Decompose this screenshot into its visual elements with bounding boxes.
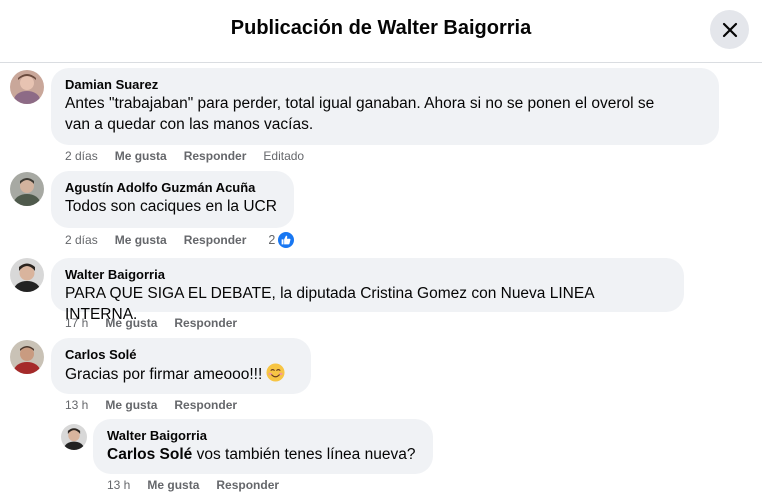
comment-actions: 13 h Me gusta Responder [65, 398, 254, 412]
edited-label[interactable]: Editado [263, 149, 304, 163]
like-button[interactable]: Me gusta [105, 398, 157, 412]
comment-text: Antes "trabajaban" para perder, total ig… [65, 95, 655, 112]
smiling-face-icon [266, 363, 285, 382]
like-button[interactable]: Me gusta [105, 316, 157, 330]
close-icon [722, 22, 737, 37]
header-divider [0, 62, 762, 63]
comment-actions: 17 h Me gusta Responder [65, 316, 254, 330]
comment-bubble: Damian Suarez Antes "trabajaban" para pe… [51, 68, 719, 145]
comment-text: Carlos Solé vos también tenes línea nuev… [107, 444, 419, 465]
avatar[interactable] [61, 424, 87, 450]
avatar[interactable] [10, 340, 44, 374]
timestamp[interactable]: 17 h [65, 316, 88, 330]
timestamp[interactable]: 2 días [65, 233, 98, 247]
comment-bubble: Walter Baigorria PARA QUE SIGA EL DEBATE… [51, 258, 684, 323]
timestamp[interactable]: 13 h [107, 478, 130, 492]
avatar[interactable] [10, 258, 44, 292]
reply-button[interactable]: Responder [184, 149, 247, 163]
avatar[interactable] [10, 172, 44, 206]
comment-actions: 13 h Me gusta Responder [107, 478, 296, 492]
comment-text-content: Gracias por firmar ameooo!!! [65, 366, 263, 383]
reaction-count: 2 [268, 233, 276, 247]
dialog-header: Publicación de Walter Baigorria [0, 0, 762, 62]
reply-button[interactable]: Responder [174, 316, 237, 330]
dialog-title: Publicación de Walter Baigorria [230, 17, 532, 39]
timestamp[interactable]: 2 días [65, 149, 98, 163]
like-button[interactable]: Me gusta [115, 233, 167, 247]
reply-button[interactable]: Responder [174, 398, 237, 412]
comment-author[interactable]: Agustín Adolfo Guzmán Acuña [65, 179, 280, 196]
comment-author[interactable]: Walter Baigorria [107, 427, 419, 444]
like-button[interactable]: Me gusta [115, 149, 167, 163]
comment-author[interactable]: Carlos Solé [65, 346, 297, 363]
avatar[interactable] [10, 70, 44, 104]
comment-bubble: Agustín Adolfo Guzmán Acuña Todos son ca… [51, 171, 294, 228]
comment-text: van a quedar con las manos vacías. [65, 116, 314, 133]
like-button[interactable]: Me gusta [147, 478, 199, 492]
comment-author[interactable]: Walter Baigorria [65, 266, 670, 283]
comment-bubble: Walter Baigorria Carlos Solé vos también… [93, 419, 433, 474]
comment-actions: 2 días Me gusta Responder Editado [65, 149, 304, 163]
comment-bubble: Carlos Solé Gracias por firmar ameooo!!! [51, 338, 311, 394]
timestamp[interactable]: 13 h [65, 398, 88, 412]
reply-button[interactable]: Responder [184, 233, 247, 247]
close-button[interactable] [710, 10, 749, 49]
mention-link[interactable]: Carlos Solé [107, 446, 192, 463]
comment-author[interactable]: Damian Suarez [65, 76, 705, 93]
comment-text-content: vos también tenes línea nueva? [192, 446, 416, 463]
thumbs-up-icon [277, 231, 296, 249]
comment-actions: 2 días Me gusta Responder 2 [65, 231, 296, 249]
reply-button[interactable]: Responder [216, 478, 279, 492]
comment-text: Gracias por firmar ameooo!!! [65, 363, 297, 385]
comment-text: Todos son caciques en la UCR [65, 198, 277, 215]
reaction-summary[interactable]: 2 [268, 231, 296, 249]
